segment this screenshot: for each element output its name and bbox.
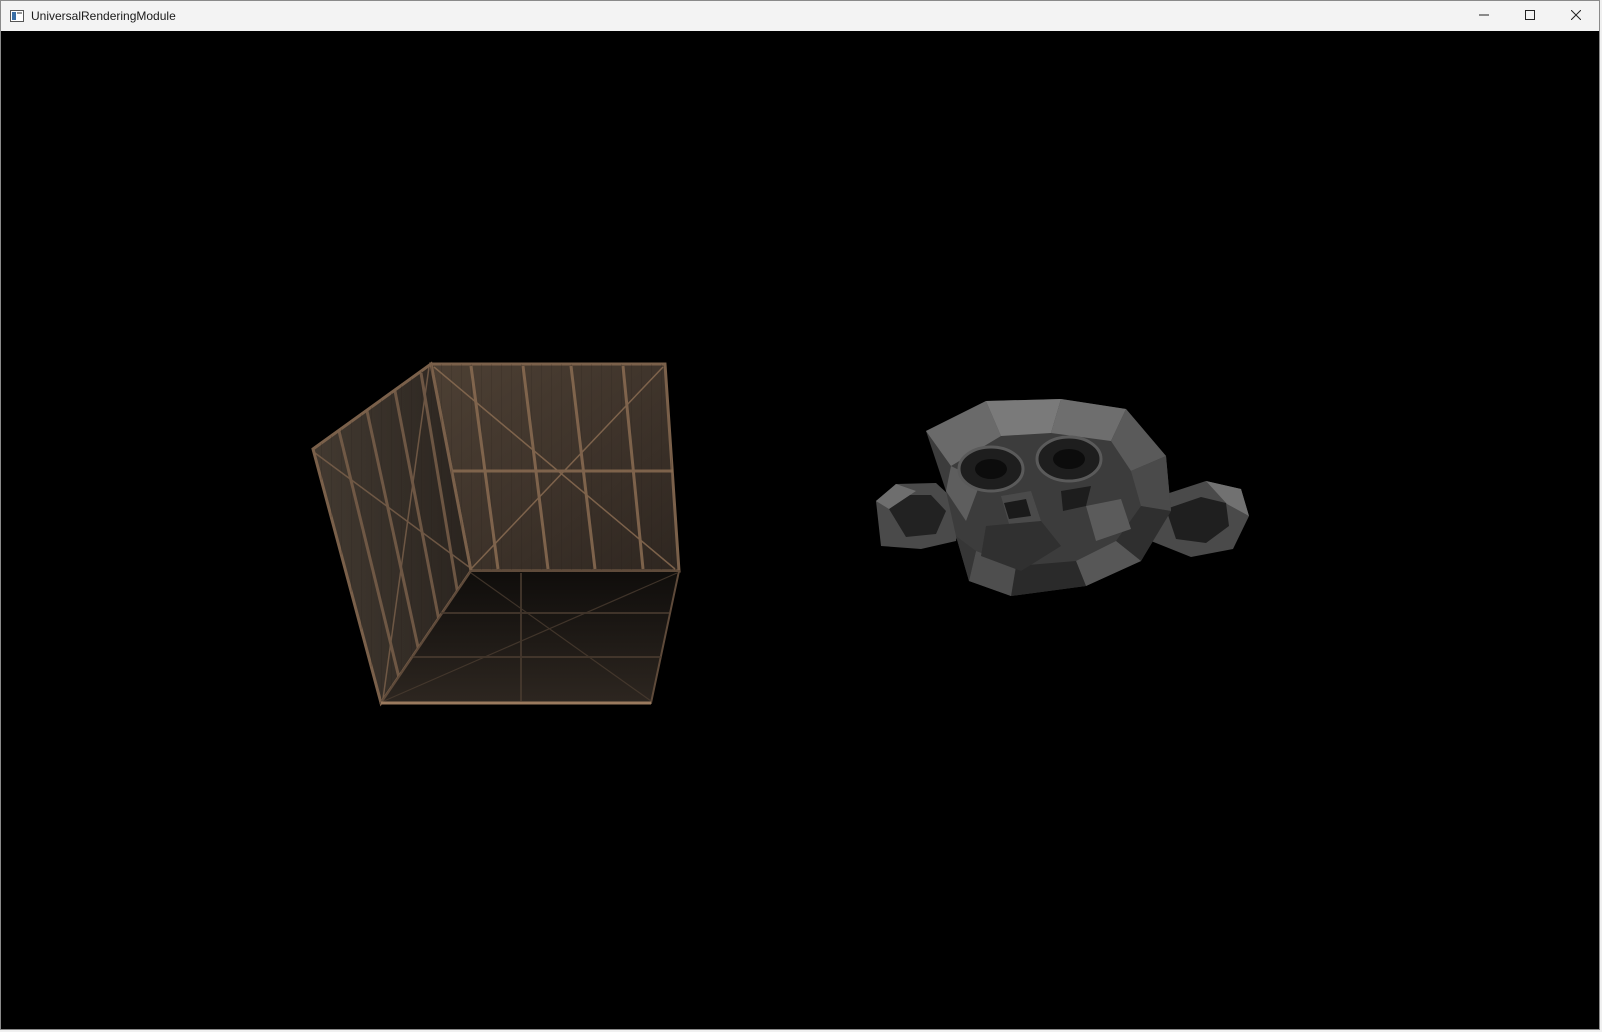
- minimize-button[interactable]: [1461, 1, 1507, 31]
- window-controls: [1461, 1, 1599, 31]
- monkey-head: [876, 399, 1249, 596]
- title-bar[interactable]: UniversalRenderingModule: [1, 1, 1599, 31]
- window-title: UniversalRenderingModule: [31, 9, 176, 23]
- close-icon: [1570, 7, 1582, 25]
- app-window: UniversalRenderingModule: [0, 0, 1600, 1030]
- app-window-icon: [9, 8, 25, 24]
- close-button[interactable]: [1553, 1, 1599, 31]
- minimize-icon: [1479, 7, 1489, 25]
- maximize-icon: [1525, 7, 1535, 25]
- wooden-crate: [311, 361, 681, 707]
- maximize-button[interactable]: [1507, 1, 1553, 31]
- render-viewport[interactable]: [1, 31, 1599, 1029]
